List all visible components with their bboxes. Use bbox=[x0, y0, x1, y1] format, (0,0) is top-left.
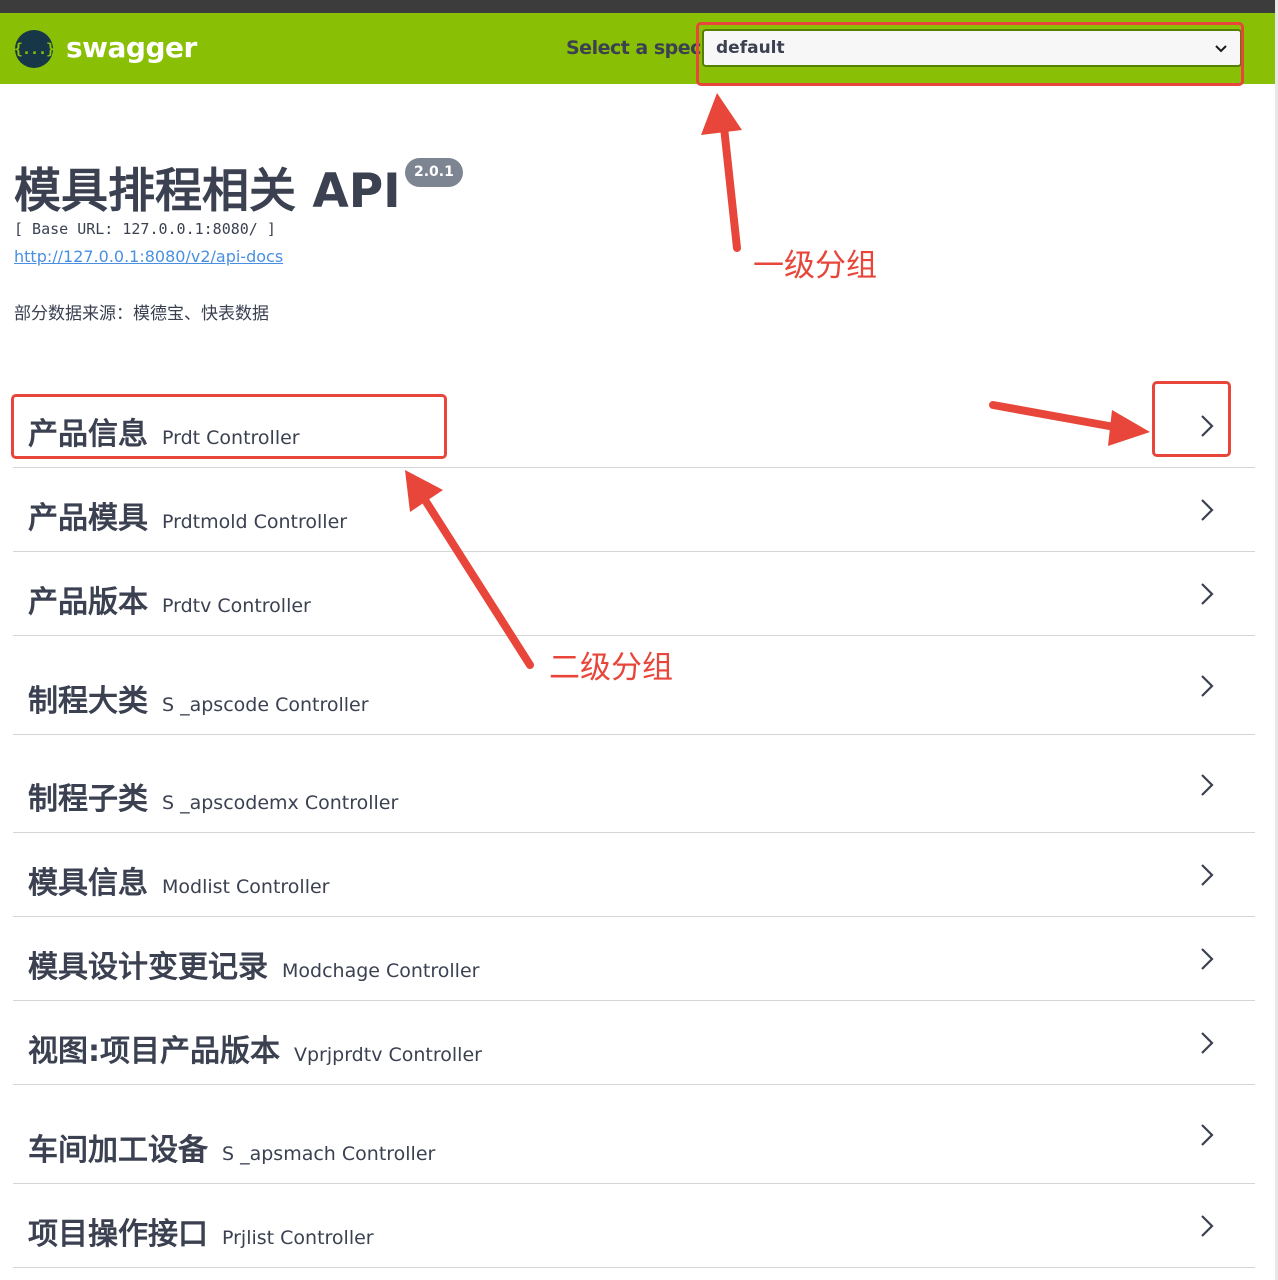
annotation-arrow-level1 bbox=[719, 114, 741, 252]
annotation-arrows bbox=[405, 93, 1150, 669]
annotation-label-level2: 二级分组 bbox=[549, 650, 673, 686]
arrow-head-icon bbox=[1108, 410, 1150, 446]
arrow-head-icon bbox=[701, 93, 742, 135]
annotation-arrow-level2 bbox=[421, 496, 534, 669]
annotation-arrow-expand bbox=[989, 401, 1124, 432]
annotation-label-level1: 一级分组 bbox=[753, 248, 877, 284]
